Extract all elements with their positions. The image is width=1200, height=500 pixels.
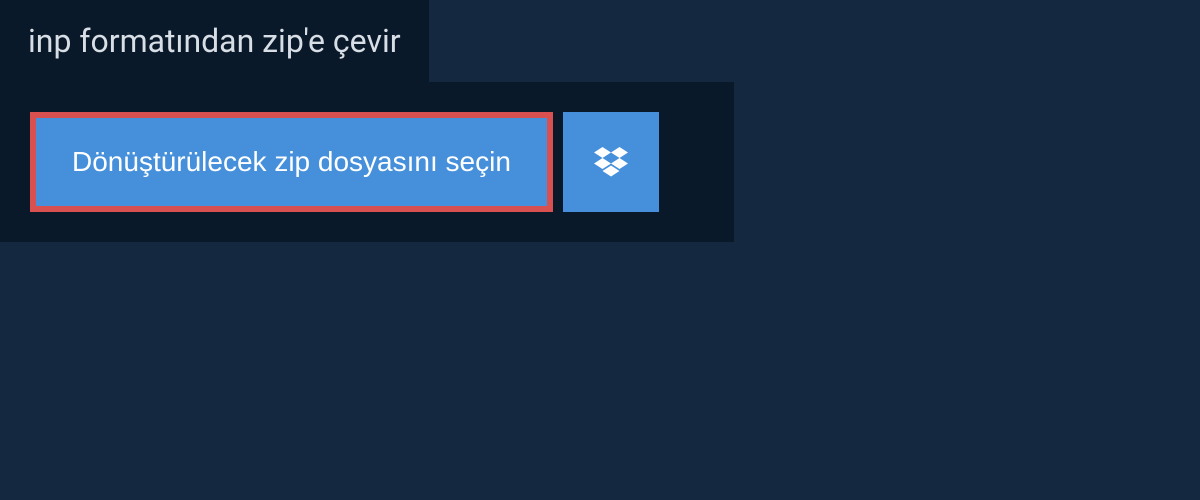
file-select-button[interactable]: Dönüştürülecek zip dosyasını seçin bbox=[30, 112, 553, 212]
file-select-panel: Dönüştürülecek zip dosyasını seçin bbox=[0, 82, 734, 242]
button-row: Dönüştürülecek zip dosyasını seçin bbox=[30, 112, 704, 212]
page-title: inp formatından zip'e çevir bbox=[28, 22, 401, 60]
dropbox-icon bbox=[594, 147, 628, 177]
page-header: inp formatından zip'e çevir bbox=[0, 0, 429, 82]
dropbox-button[interactable] bbox=[563, 112, 659, 212]
